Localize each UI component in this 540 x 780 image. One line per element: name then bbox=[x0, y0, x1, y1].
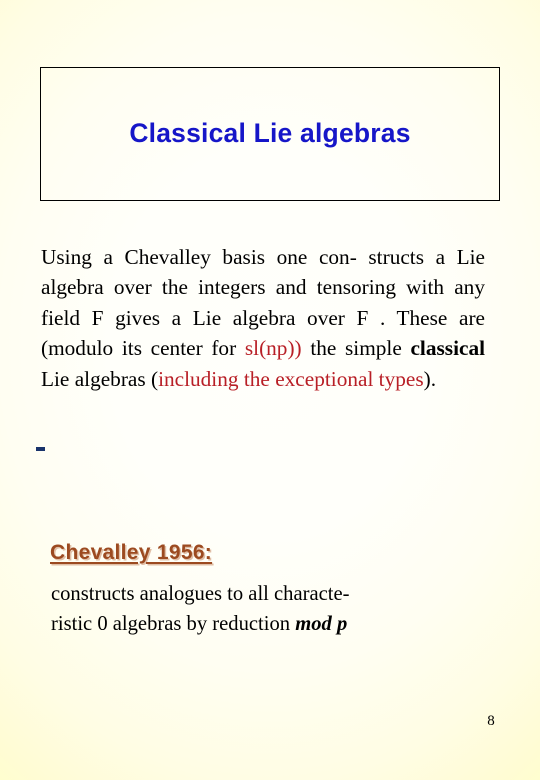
body-line-1: Using a Chevalley basis one con- bbox=[41, 245, 357, 269]
body-line-6-bold: classical bbox=[410, 336, 486, 361]
body-line-5: its center for sl(np)) the simple bbox=[122, 336, 402, 360]
sub-paragraph: constructs analogues to all characte- ri… bbox=[51, 580, 471, 639]
sub-line-2-emphasis: mod p bbox=[295, 612, 348, 635]
body-line-5-text-b: the simple bbox=[301, 336, 402, 361]
title-box: Classical Lie algebras bbox=[40, 67, 500, 201]
page-number: 8 bbox=[487, 713, 495, 729]
body-line-6-highlight: including the bbox=[158, 366, 270, 391]
page-title: Classical Lie algebras bbox=[129, 118, 411, 149]
sub-line-2: ristic 0 algebras by reduction mod p bbox=[51, 610, 471, 640]
body-line-7-text-b: ). bbox=[423, 366, 437, 391]
slide-canvas: Classical Lie algebras Using a Chevalley… bbox=[0, 0, 540, 780]
section-heading-chevalley: Chevalley 1956: bbox=[50, 541, 213, 564]
body-line-7: exceptional types). bbox=[275, 367, 436, 391]
body-paragraph: Using a Chevalley basis one con- structs… bbox=[41, 242, 485, 394]
sub-line-1: constructs analogues to all characte- bbox=[51, 583, 350, 605]
body-line-5-text-a: its center for bbox=[121, 336, 245, 361]
sub-line-2-text: ristic 0 algebras by reduction bbox=[51, 612, 296, 635]
body-line-6-text-a: Lie algebras ( bbox=[41, 366, 159, 391]
dash-bullet-icon bbox=[36, 447, 45, 451]
body-line-7-highlight: exceptional types bbox=[275, 366, 424, 391]
body-line-5-highlight: sl(np)) bbox=[244, 336, 302, 361]
